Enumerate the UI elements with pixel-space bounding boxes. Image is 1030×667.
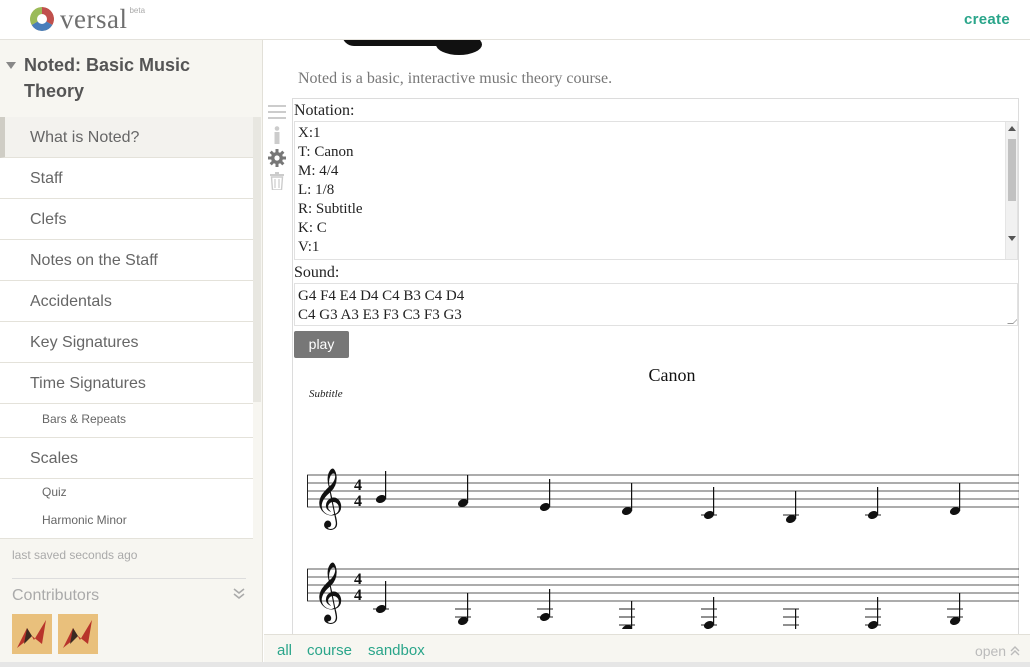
avatar[interactable] <box>12 614 52 654</box>
lesson-item-notes-on-staff[interactable]: Notes on the Staff <box>0 240 253 281</box>
beta-label: beta <box>129 5 146 15</box>
sheet-music: 𝄞 44𝄞 44 <box>307 468 1019 629</box>
create-link[interactable]: create <box>964 11 1010 28</box>
chevron-double-up-icon <box>1010 646 1020 656</box>
sidebar: Noted: Basic Music Theory What is Noted?… <box>0 40 263 667</box>
gear-icon[interactable] <box>267 146 287 169</box>
versal-logo-icon <box>30 7 54 31</box>
open-label: open <box>974 643 1007 659</box>
notation-line: K: C <box>298 220 327 236</box>
notation-line: R: Subtitle <box>298 201 363 217</box>
lesson-list: What is Noted? Staff Clefs Notes on the … <box>0 117 253 539</box>
footer-link-sandbox[interactable]: sandbox <box>368 642 425 659</box>
top-bar: versal beta create <box>0 0 1030 40</box>
footer-link-course[interactable]: course <box>307 642 352 659</box>
sound-line: G4 F4 E4 D4 C4 B3 C4 D4 <box>298 288 465 304</box>
lesson-item-bars-repeats[interactable]: Bars & Repeats <box>0 404 253 438</box>
sound-label: Sound: <box>294 264 340 281</box>
notation-textarea[interactable]: X:1 T: Canon M: 4/4 L: 1/8 R: Subtitle K… <box>294 121 1018 260</box>
scrollbar-thumb[interactable] <box>1008 139 1016 201</box>
main-content: Noted is a basic, interactive music theo… <box>264 40 1030 634</box>
notation-line: M: 4/4 <box>298 163 339 179</box>
treble-clef-icon: 𝄞 <box>313 468 344 530</box>
sidebar-scrollbar[interactable] <box>253 117 261 402</box>
lesson-item-key-signatures[interactable]: Key Signatures <box>0 322 253 363</box>
footer-link-all[interactable]: all <box>277 642 292 659</box>
open-button[interactable]: open <box>975 643 1020 659</box>
trash-icon[interactable] <box>267 169 287 192</box>
treble-clef-icon: 𝄞 <box>313 562 344 624</box>
sound-textarea[interactable]: G4 F4 E4 D4 C4 B3 C4 D4 C4 G3 A3 E3 F3 C… <box>294 283 1018 326</box>
intro-text: Noted is a basic, interactive music theo… <box>298 70 613 87</box>
lesson-item-scales[interactable]: Scales <box>0 438 253 479</box>
notation-scrollbar[interactable] <box>1005 122 1017 259</box>
notation-line: V:1 <box>298 239 320 255</box>
time-signature-top: 4 <box>354 477 362 494</box>
music-gadget: Notation: X:1 T: Canon M: 4/4 L: 1/8 R: … <box>292 98 1019 634</box>
lesson-item-harmonic-minor[interactable]: Harmonic Minor <box>0 505 253 539</box>
score-title: Canon <box>648 365 696 385</box>
play-button[interactable]: play <box>294 331 349 358</box>
scroll-up-icon[interactable] <box>1008 126 1016 131</box>
time-signature-bottom: 4 <box>354 493 362 510</box>
gadget-toolbar <box>267 100 287 192</box>
chevron-double-down-icon[interactable] <box>233 588 245 603</box>
lesson-item-quiz[interactable]: Quiz <box>0 479 253 505</box>
lesson-item-time-signatures[interactable]: Time Signatures <box>0 363 253 404</box>
drag-handle-icon[interactable] <box>267 100 287 123</box>
notation-line: X:1 <box>298 125 321 141</box>
score-subtitle: Subtitle <box>309 388 343 400</box>
decorative-shape <box>436 40 482 55</box>
avatar[interactable] <box>58 614 98 654</box>
time-signature-top: 4 <box>354 571 362 588</box>
logo[interactable]: versal beta <box>30 4 146 34</box>
notation-line: T: Canon <box>298 144 354 160</box>
lesson-item-accidentals[interactable]: Accidentals <box>0 281 253 322</box>
lesson-item-clefs[interactable]: Clefs <box>0 199 253 240</box>
notation-label: Notation: <box>294 102 355 119</box>
info-icon[interactable] <box>267 123 287 146</box>
bottom-strip <box>0 662 1030 667</box>
course-header[interactable]: Noted: Basic Music Theory <box>0 40 262 117</box>
course-title: Noted: Basic Music Theory <box>24 55 191 101</box>
saved-status: last saved seconds ago <box>12 548 138 562</box>
notation-line: L: 1/8 <box>298 182 335 198</box>
lesson-item-staff[interactable]: Staff <box>0 158 253 199</box>
scroll-down-icon[interactable] <box>1008 236 1016 241</box>
lesson-item-what-is-noted[interactable]: What is Noted? <box>0 117 253 158</box>
sound-line: C4 G3 A3 E3 F3 C3 F3 G3 <box>298 307 462 323</box>
logo-text: versal <box>60 4 128 34</box>
contributors-heading: Contributors <box>12 587 100 604</box>
divider <box>12 578 246 579</box>
caret-down-icon[interactable] <box>6 62 16 69</box>
contributor-avatars <box>12 614 98 654</box>
time-signature-bottom: 4 <box>354 587 362 604</box>
